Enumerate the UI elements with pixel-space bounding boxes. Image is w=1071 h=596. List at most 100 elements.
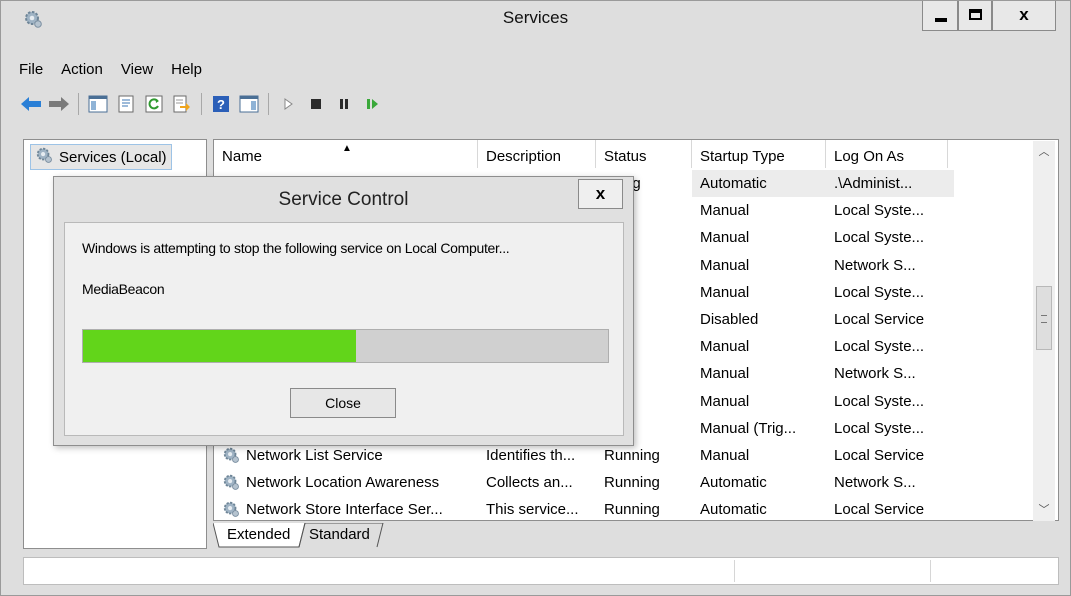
- menu-help[interactable]: Help: [162, 57, 211, 83]
- properties-button[interactable]: [114, 92, 138, 116]
- cell-name: Network List Service: [246, 447, 383, 464]
- minimize-button[interactable]: [922, 1, 958, 31]
- cell-startup-type: Manual: [700, 256, 750, 274]
- scroll-thumb[interactable]: [1036, 286, 1052, 350]
- cell-startup-type: Manual: [700, 392, 750, 410]
- close-icon: x: [595, 184, 606, 203]
- view-tabs: Extended Standard: [213, 523, 1059, 549]
- table-row[interactable]: Network Location Awareness Collects an...…: [214, 469, 1058, 496]
- column-header-label: Startup Type: [700, 148, 785, 165]
- minimize-icon: [935, 18, 947, 22]
- export-list-icon: [173, 95, 190, 113]
- cell-description: This service...: [486, 501, 579, 519]
- play-icon: [284, 98, 293, 110]
- table-row[interactable]: Network List Service Identifies th... Runn…: [214, 442, 1058, 469]
- cell-startup-type: Automatic: [700, 501, 767, 519]
- refresh-button[interactable]: [142, 92, 166, 116]
- column-header-log-on-as[interactable]: Log On As: [826, 140, 948, 168]
- properties-icon: [118, 95, 134, 113]
- forward-icon: [49, 97, 69, 111]
- cell-startup-type: Automatic: [700, 474, 767, 492]
- cell-startup-type: Manual: [700, 229, 750, 247]
- back-button[interactable]: [19, 92, 43, 116]
- cell-startup-type: Disabled: [700, 311, 759, 328]
- column-header-label: Log On As: [834, 148, 905, 165]
- column-header-startup-type[interactable]: Startup Type: [692, 140, 826, 168]
- pause-service-button[interactable]: [332, 92, 356, 116]
- refresh-icon: [145, 95, 163, 113]
- cell-log-on-as: Local Syste...: [834, 338, 925, 356]
- menu-file[interactable]: File: [1, 57, 52, 83]
- show-hide-action-pane-button[interactable]: [237, 92, 261, 116]
- back-icon: [21, 97, 41, 111]
- column-header-label: Status: [604, 148, 647, 165]
- export-list-button[interactable]: [170, 92, 194, 116]
- cell-description: Collects an...: [486, 474, 573, 492]
- toolbar-separator: [201, 93, 202, 115]
- close-button[interactable]: x: [992, 1, 1056, 31]
- cell-description: Identifies th...: [486, 447, 576, 464]
- dialog-title: Service Control: [278, 189, 409, 210]
- close-dialog-button[interactable]: Close: [290, 388, 396, 418]
- cell-startup-type: Manual: [700, 283, 750, 301]
- show-hide-console-tree-button[interactable]: [86, 92, 110, 116]
- scroll-up-icon[interactable]: ︿: [1033, 143, 1055, 161]
- window-title: Services: [502, 8, 569, 27]
- forward-button[interactable]: [47, 92, 71, 116]
- dialog-message: Windows is attempting to stop the follow…: [82, 240, 510, 256]
- progress-bar: [82, 329, 609, 363]
- cell-name: Network Store Interface Ser...: [246, 501, 443, 519]
- cell-name: Network Location Awareness: [246, 474, 440, 492]
- pause-icon: [340, 99, 348, 109]
- cell-status: Running: [604, 474, 660, 492]
- start-service-button[interactable]: [276, 92, 300, 116]
- service-gear-icon: [222, 473, 240, 491]
- service-gear-icon: [222, 446, 240, 464]
- stop-service-button[interactable]: [304, 92, 328, 116]
- services-window: Services x File Action View Help ? Servi…: [0, 0, 1071, 596]
- column-header-label: Name: [222, 148, 263, 165]
- maximize-icon: [969, 9, 982, 20]
- menu-view[interactable]: View: [112, 57, 162, 83]
- cell-status: Running: [604, 447, 660, 464]
- cell-log-on-as: Local Service: [834, 501, 925, 519]
- vertical-scrollbar[interactable]: ︿ ﹀: [1033, 141, 1055, 521]
- cell-log-on-as: .\Administ...: [826, 170, 954, 198]
- services-gear-icon: [35, 146, 53, 168]
- cell-log-on-as: Local Syste...: [834, 283, 925, 301]
- menu-bar: File Action View Help: [1, 57, 211, 83]
- console-tree-icon: [88, 95, 108, 113]
- column-header-status[interactable]: Status: [596, 140, 692, 168]
- cell-startup-type: Automatic: [692, 170, 828, 198]
- help-icon: ?: [213, 96, 229, 112]
- progress-fill: [83, 330, 356, 362]
- table-row[interactable]: Network Store Interface Ser... This servi…: [214, 496, 1058, 520]
- dialog-close-button[interactable]: x: [578, 179, 623, 209]
- column-header-description[interactable]: Description: [478, 140, 596, 168]
- cell-startup-type: Manual (Trig...: [700, 419, 797, 437]
- scroll-down-icon[interactable]: ﹀: [1033, 501, 1055, 519]
- cell-startup-type: Manual: [700, 447, 750, 464]
- toolbar-separator: [78, 93, 79, 115]
- help-button[interactable]: ?: [209, 92, 233, 116]
- close-icon: x: [1019, 5, 1029, 24]
- maximize-button[interactable]: [958, 1, 992, 31]
- service-control-dialog: Service Control x Windows is attempting …: [53, 176, 634, 446]
- status-bar-divider: [734, 560, 735, 582]
- cell-startup-type: Manual: [700, 365, 750, 383]
- grip-icon: [1041, 315, 1047, 323]
- cell-log-on-as: Local Syste...: [834, 392, 925, 410]
- cell-log-on-as: Network S...: [834, 256, 916, 274]
- tab-extended[interactable]: Extended: [227, 523, 290, 547]
- sort-ascending-icon: ▲: [342, 143, 352, 154]
- cell-log-on-as: Network S...: [834, 474, 916, 492]
- title-bar: Services x: [1, 1, 1070, 35]
- svg-text:?: ?: [217, 97, 225, 112]
- column-header-name[interactable]: Name ▲: [214, 140, 478, 168]
- service-gear-icon: [222, 500, 240, 518]
- tree-item-services-local[interactable]: Services (Local): [30, 144, 172, 170]
- restart-service-button[interactable]: [360, 92, 384, 116]
- tab-standard[interactable]: Standard: [309, 523, 370, 547]
- cell-log-on-as: Local Service: [834, 311, 925, 328]
- menu-action[interactable]: Action: [52, 57, 112, 83]
